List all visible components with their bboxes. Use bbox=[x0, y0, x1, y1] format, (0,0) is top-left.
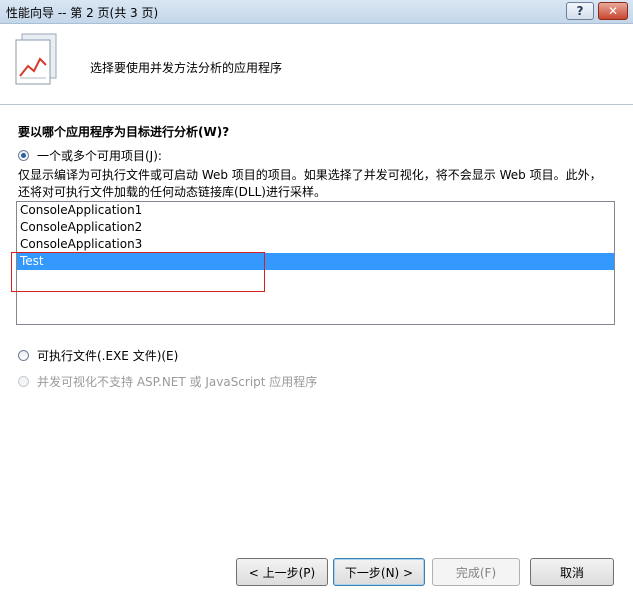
close-button[interactable]: ✕ bbox=[598, 2, 628, 20]
list-item[interactable]: ConsoleApplication2 bbox=[17, 219, 614, 236]
target-question: 要以哪个应用程序为目标进行分析(W)? bbox=[18, 125, 230, 139]
list-item[interactable]: ConsoleApplication1 bbox=[17, 202, 614, 219]
performance-chart-icon bbox=[15, 33, 57, 85]
radio-aspnet-indicator bbox=[18, 375, 29, 387]
header-title: 选择要使用并发方法分析的应用程序 bbox=[90, 61, 283, 75]
radio-aspnet-label: 并发可视化不支持 ASP.NET 或 JavaScript 应用程序 bbox=[37, 374, 318, 389]
description-line-1: 仅显示编译为可执行文件或可启动 Web 项目的项目。如果选择了并发可视化，将不会… bbox=[18, 168, 602, 182]
wizard-body: 要以哪个应用程序为目标进行分析(W)? 一个或多个可用项目(J): 仅显示编译为… bbox=[0, 105, 633, 540]
wizard-window: 性能向导 -- 第 2 页(共 3 页) ? ✕ 选择要使用并发方法分析的应用程… bbox=[0, 0, 633, 606]
next-button[interactable]: 下一步(N) > bbox=[333, 558, 425, 586]
close-icon: ✕ bbox=[607, 4, 619, 18]
radio-exe-label: 可执行文件(.EXE 文件)(E) bbox=[37, 348, 179, 363]
cancel-button[interactable]: 取消 bbox=[530, 558, 614, 586]
radio-aspnet: 并发可视化不支持 ASP.NET 或 JavaScript 应用程序 bbox=[18, 373, 317, 389]
wizard-header: 选择要使用并发方法分析的应用程序 bbox=[0, 24, 633, 105]
radio-projects[interactable]: 一个或多个可用项目(J): bbox=[18, 147, 162, 163]
radio-projects-label: 一个或多个可用项目(J): bbox=[37, 148, 162, 163]
description-line-2: 还将对可执行文件加载的任何动态链接库(DLL)进行采样。 bbox=[18, 185, 326, 199]
radio-projects-indicator[interactable] bbox=[18, 149, 29, 161]
help-button[interactable]: ? bbox=[566, 2, 594, 20]
title-bar[interactable]: 性能向导 -- 第 2 页(共 3 页) ? ✕ bbox=[0, 0, 633, 24]
finish-button: 完成(F) bbox=[432, 558, 520, 586]
list-item[interactable]: ConsoleApplication3 bbox=[17, 236, 614, 253]
radio-exe-indicator[interactable] bbox=[18, 349, 29, 361]
highlight-annotation-box bbox=[11, 252, 265, 292]
back-button[interactable]: < 上一步(P) bbox=[236, 558, 328, 586]
projects-description: 仅显示编译为可执行文件或可启动 Web 项目的项目。如果选择了并发可视化，将不会… bbox=[18, 167, 608, 201]
radio-exe[interactable]: 可执行文件(.EXE 文件)(E) bbox=[18, 347, 178, 363]
help-icon: ? bbox=[576, 4, 584, 18]
window-title: 性能向导 -- 第 2 页(共 3 页) bbox=[6, 6, 159, 20]
